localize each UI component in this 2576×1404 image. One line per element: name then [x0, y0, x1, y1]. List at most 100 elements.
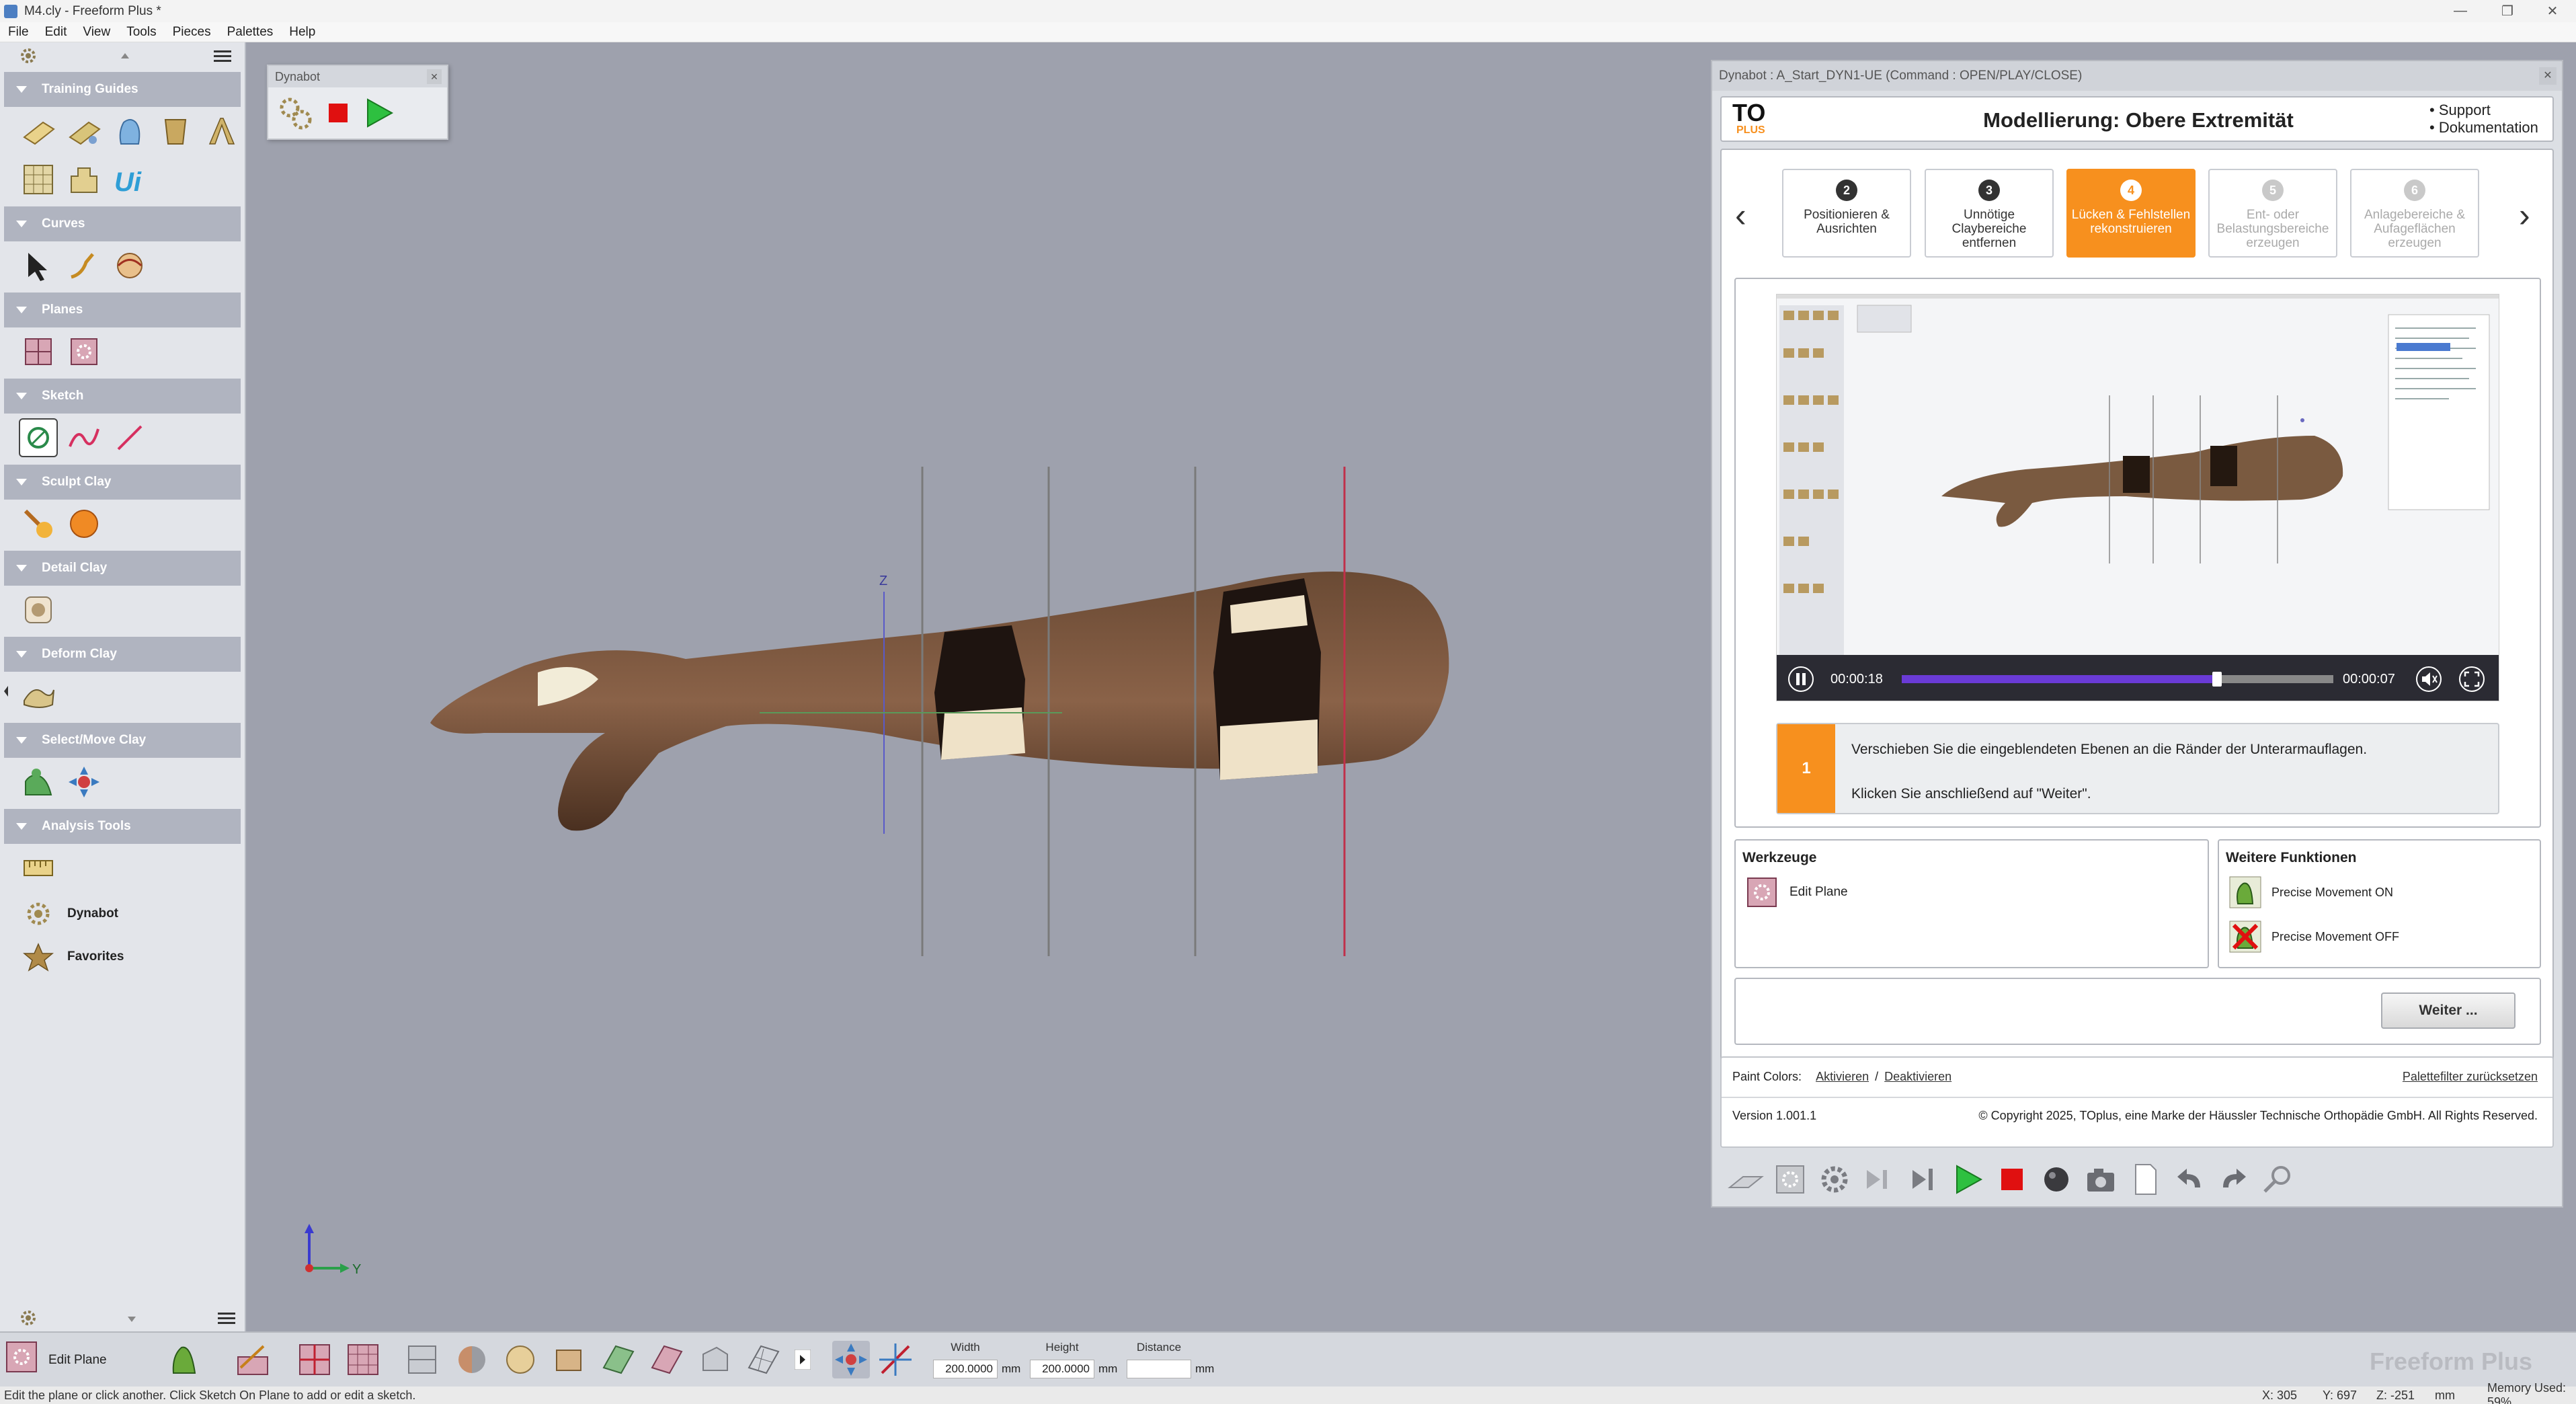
plane-sphere-icon[interactable] — [501, 1341, 539, 1378]
step-5[interactable]: 5 Ent- oder Belastungsbereiche erzeugen — [2208, 169, 2337, 258]
edit-plane-grey-icon[interactable] — [1771, 1161, 1809, 1198]
plane-tilt-icon[interactable] — [600, 1341, 637, 1378]
plane-view-2-icon[interactable] — [453, 1341, 491, 1378]
section-deform-clay[interactable]: Deform Clay — [4, 637, 241, 672]
section-sketch[interactable]: Sketch — [4, 379, 241, 414]
select-clay-icon[interactable] — [19, 763, 58, 802]
align-axes-icon[interactable] — [877, 1341, 914, 1378]
more-tools-arrow[interactable] — [793, 1341, 812, 1378]
reset-filter-link[interactable]: Palettefilter zurücksetzen — [2403, 1070, 2538, 1084]
select-arrow-icon[interactable] — [19, 246, 58, 285]
training-figure-icon[interactable] — [65, 160, 104, 199]
documentation-link[interactable]: • Dokumentation — [2429, 119, 2538, 136]
plane-xy-tool-icon[interactable] — [296, 1341, 333, 1378]
next-step-button[interactable]: › — [2519, 196, 2530, 235]
width-input[interactable]: 200.0000 — [933, 1360, 998, 1378]
training-hand-icon[interactable] — [110, 112, 149, 151]
detail-clay-icon[interactable] — [19, 590, 58, 629]
mute-icon[interactable] — [2415, 666, 2442, 693]
document-icon[interactable] — [2126, 1161, 2164, 1198]
forearm-pad-2[interactable] — [1213, 578, 1321, 780]
video-progress-bar[interactable] — [1902, 672, 2333, 687]
menu-edit[interactable]: Edit — [37, 25, 75, 40]
panel-close-button[interactable]: ✕ — [2539, 67, 2557, 85]
plane-grid-tool-icon[interactable] — [344, 1341, 382, 1378]
step-6[interactable]: 6 Anlagebereiche & Aufageflächen erzeugen — [2350, 169, 2479, 258]
settings-gear-icon[interactable] — [1816, 1161, 1853, 1198]
dynabot-mini-close-button[interactable]: ✕ — [427, 69, 442, 84]
edit-plane-icon[interactable] — [65, 332, 104, 371]
plane-view-1-icon[interactable] — [403, 1341, 441, 1378]
weiter-button[interactable]: Weiter ... — [2381, 992, 2515, 1029]
viewport-model[interactable]: Z — [403, 457, 1586, 968]
sculpt-blob-icon[interactable] — [65, 504, 104, 543]
precise-movement-on[interactable]: Precise Movement ON — [2228, 875, 2393, 909]
dynabot-gears-icon[interactable] — [276, 94, 314, 132]
move-axes-icon[interactable] — [832, 1341, 870, 1378]
section-analysis-tools[interactable]: Analysis Tools — [4, 809, 241, 844]
support-link[interactable]: • Support — [2429, 102, 2538, 119]
training-grid-icon[interactable] — [19, 160, 58, 199]
step-4-active[interactable]: 4 Lücken & Fehlstellen rekonstruieren — [2066, 169, 2196, 258]
menu-file[interactable]: File — [0, 25, 37, 40]
section-select-move-clay[interactable]: Select/Move Clay — [4, 723, 241, 758]
zoom-icon[interactable] — [2259, 1161, 2297, 1198]
analysis-ruler-icon[interactable] — [19, 849, 58, 888]
step-3[interactable]: 3 Unnötige Claybereiche entfernen — [1925, 169, 2054, 258]
training-book-2-icon[interactable] — [65, 112, 104, 151]
sketch-on-plane-icon[interactable] — [19, 418, 58, 457]
plane-icon[interactable] — [19, 332, 58, 371]
run-icon[interactable] — [1949, 1161, 1986, 1198]
precise-movement-off[interactable]: Precise Movement OFF — [2228, 920, 2399, 953]
training-ui-icon[interactable]: Ui — [110, 160, 149, 199]
minimize-button[interactable]: — — [2437, 0, 2484, 22]
palette-bottom-menu-icon[interactable] — [216, 1311, 237, 1325]
green-figure-tool-icon[interactable] — [167, 1341, 204, 1378]
activate-link[interactable]: Aktivieren — [1816, 1070, 1869, 1083]
training-a-icon[interactable] — [202, 112, 241, 151]
skip-to-end-icon[interactable] — [1904, 1161, 1942, 1198]
camera-icon[interactable] — [2082, 1161, 2120, 1198]
video-progress-knob[interactable] — [2212, 672, 2222, 687]
section-training-guides[interactable]: Training Guides — [4, 72, 241, 107]
section-planes[interactable]: Planes — [4, 292, 241, 327]
undo-icon[interactable] — [2171, 1161, 2208, 1198]
deactivate-link[interactable]: Deaktivieren — [1884, 1070, 1951, 1083]
deform-clay-icon[interactable] — [19, 676, 58, 715]
palette-favorites[interactable]: Favorites — [0, 935, 245, 978]
prev-step-button[interactable]: ‹ — [1735, 196, 1746, 235]
tool-edit-plane[interactable]: Edit Plane — [1745, 875, 1848, 909]
plane-align-icon[interactable] — [696, 1341, 734, 1378]
sketch-on-plane-tool-icon[interactable] — [234, 1341, 272, 1378]
menu-view[interactable]: View — [75, 25, 118, 40]
palette-menu-icon[interactable] — [212, 48, 233, 63]
curve-sphere-icon[interactable] — [110, 246, 149, 285]
menu-tools[interactable]: Tools — [118, 25, 164, 40]
curve-pen-icon[interactable] — [65, 246, 104, 285]
tutorial-video[interactable]: 00:00:18 00:00:07 — [1776, 294, 2499, 701]
menu-help[interactable]: Help — [281, 25, 323, 40]
distance-input[interactable] — [1127, 1360, 1191, 1378]
plane-mesh-icon[interactable] — [745, 1341, 782, 1378]
palette-dynabot[interactable]: Dynabot — [0, 892, 245, 935]
stop-run-icon[interactable] — [1993, 1161, 2031, 1198]
move-clay-icon[interactable] — [65, 763, 104, 802]
maximize-button[interactable]: ❐ — [2484, 0, 2531, 22]
plane-grey-icon[interactable] — [1727, 1161, 1765, 1198]
play-icon[interactable] — [362, 97, 395, 129]
fullscreen-icon[interactable] — [2458, 666, 2485, 693]
step-2[interactable]: 2 Positionieren & Ausrichten — [1782, 169, 1911, 258]
plane-rotate-icon[interactable] — [648, 1341, 686, 1378]
gear-icon[interactable] — [19, 46, 38, 65]
stop-icon[interactable] — [325, 100, 352, 126]
sketch-curve-icon[interactable] — [65, 418, 104, 457]
scroll-down-icon[interactable] — [125, 1315, 138, 1324]
sculpt-tool-icon[interactable] — [19, 504, 58, 543]
forearm-pad-1[interactable] — [934, 625, 1025, 760]
redo-icon[interactable] — [2215, 1161, 2253, 1198]
section-detail-clay[interactable]: Detail Clay — [4, 551, 241, 586]
menu-palettes[interactable]: Palettes — [219, 25, 282, 40]
section-sculpt-clay[interactable]: Sculpt Clay — [4, 465, 241, 500]
plane-box-icon[interactable] — [550, 1341, 588, 1378]
palette-bottom-gear-icon[interactable] — [19, 1309, 38, 1327]
